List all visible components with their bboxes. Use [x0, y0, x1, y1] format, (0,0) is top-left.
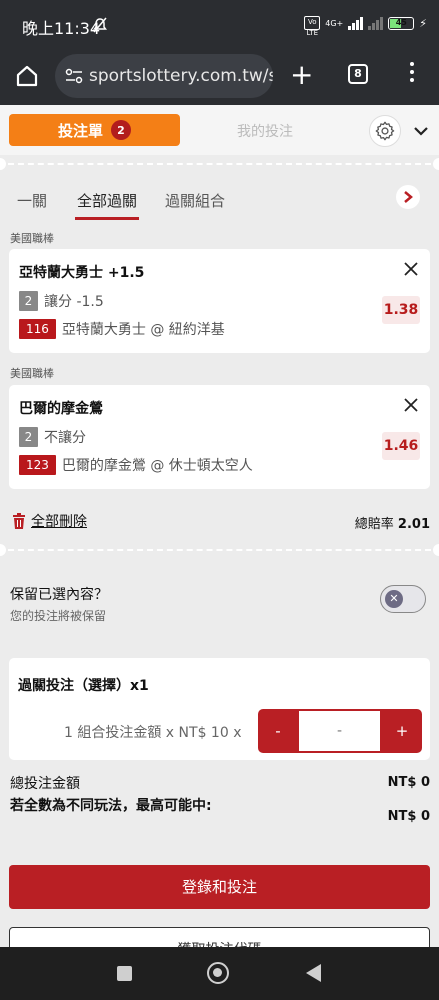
market-number: 2 [19, 427, 38, 447]
match-row: 123 巴爾的摩金鶯 @ 休士頓太空人 [19, 455, 253, 475]
signal-icon [348, 16, 364, 30]
address-bar[interactable]: sportslottery.com.tw/s [55, 54, 273, 98]
status-time: 晚上11:34 [22, 19, 101, 38]
bet-type-tabs: 一關 全部過關 過關組合 [0, 190, 439, 220]
clear-all-button[interactable]: 全部刪除 [12, 511, 87, 531]
market-number: 2 [19, 291, 38, 311]
total-odds-label: 總賠率 [354, 517, 394, 532]
clear-all-label: 全部刪除 [31, 514, 87, 530]
tab-all-parlay[interactable]: 全部過關 [74, 190, 140, 220]
chevron-down-icon[interactable] [411, 121, 431, 141]
keep-selections-title: 保留已選內容？ [10, 587, 108, 603]
login-and-bet-button[interactable]: 登錄和投注 [9, 865, 430, 909]
trash-icon [13, 513, 25, 529]
url-text: sportslottery.com.tw/s [89, 66, 273, 86]
divider-notch-right [433, 158, 439, 170]
league-label: 美國職棒 [10, 232, 54, 245]
tab-switcher-button[interactable]: 8 [348, 64, 368, 84]
betslip-count-badge: 2 [111, 120, 131, 140]
stake-stepper: - - + [258, 709, 422, 753]
match-name: 巴爾的摩金鶯 @ 休士頓太空人 [61, 458, 253, 474]
stake-input[interactable]: - [299, 711, 380, 751]
max-payout-value: NT$ 0 [387, 809, 430, 824]
browser-menu-icon[interactable] [404, 62, 420, 86]
game-number: 116 [19, 319, 56, 339]
volte-icon: Vo LTE [304, 16, 321, 37]
toggle-off-icon: ✕ [385, 590, 403, 608]
chevron-right-icon [404, 191, 413, 203]
selection-name: 巴爾的摩金鶯 [19, 401, 103, 417]
battery-icon: 45 [388, 16, 415, 30]
tab-betslip-label: 投注單 [57, 121, 103, 140]
tabs-next-button[interactable] [396, 185, 420, 209]
total-odds: 總賠率 2.01 [355, 513, 430, 532]
match-row: 116 亞特蘭大勇士 @ 紐約洋基 [19, 319, 225, 339]
charging-icon: ⚡ [419, 16, 427, 30]
get-bet-code-button[interactable]: 獲取投注代碼 [9, 927, 430, 947]
betslip-page: 投注單 2 我的投注 一關 全部過關 過關組合 美國職棒 亞特蘭大勇士 +1.5 [0, 105, 439, 947]
close-icon[interactable] [402, 396, 420, 414]
parlay-title: 過關投注（選擇）x1 [18, 678, 149, 694]
divider [8, 549, 431, 551]
league-label: 美國職棒 [10, 367, 54, 380]
tab-single[interactable]: 一關 [17, 190, 47, 211]
total-odds-value: 2.01 [397, 517, 430, 532]
odds-value: 1.38 [382, 296, 420, 324]
gear-icon [375, 121, 395, 141]
bet-card: 巴爾的摩金鶯 2 不讓分 123 巴爾的摩金鶯 @ 休士頓太空人 1.46 [9, 385, 430, 489]
market-row: 2 不讓分 [19, 427, 86, 447]
new-tab-button[interactable]: + [290, 61, 313, 89]
divider [8, 163, 431, 165]
bet-card: 亞特蘭大勇士 +1.5 2 讓分 -1.5 116 亞特蘭大勇士 @ 紐約洋基 … [9, 249, 430, 353]
odds-value: 1.46 [382, 432, 420, 460]
tab-betslip[interactable]: 投注單 2 [9, 114, 180, 146]
site-settings-icon[interactable] [65, 68, 83, 84]
tab-parlay-combo[interactable]: 過關組合 [165, 190, 225, 211]
back-icon[interactable] [306, 964, 321, 982]
max-payout-label: 若全數為不同玩法，最高可能中: [10, 798, 212, 814]
home-nav-icon[interactable] [207, 962, 229, 984]
close-icon[interactable] [402, 260, 420, 278]
tab-my-bets[interactable]: 我的投注 [237, 121, 293, 141]
match-name: 亞特蘭大勇士 @ 紐約洋基 [61, 322, 225, 338]
keep-selections-toggle[interactable]: ✕ [380, 585, 426, 613]
home-icon[interactable] [14, 63, 40, 89]
recents-icon[interactable] [117, 966, 132, 981]
settings-button[interactable] [369, 115, 401, 147]
market-name: 讓分 -1.5 [44, 294, 104, 310]
parlay-card: 過關投注（選擇）x1 1 組合投注金額 x NT$ 10 x - - + [9, 658, 430, 760]
status-bar: 晚上11:34 Vo LTE 4G+ 45 ⚡ [0, 0, 439, 50]
parlay-description: 1 組合投注金額 x NT$ 10 x [64, 725, 242, 741]
keep-selections-subtitle: 您的投注將被保留 [10, 609, 107, 623]
divider-notch-left [0, 544, 6, 556]
decrease-button[interactable]: - [258, 709, 298, 753]
divider-notch-left [0, 158, 6, 170]
network-type: 4G+ [325, 18, 344, 28]
game-number: 123 [19, 455, 56, 475]
market-row: 2 讓分 -1.5 [19, 291, 104, 311]
system-nav-bar [0, 947, 439, 1000]
browser-toolbar: sportslottery.com.tw/s + 8 [0, 50, 439, 105]
selection-name: 亞特蘭大勇士 +1.5 [19, 265, 145, 281]
betslip-header: 投注單 2 我的投注 [0, 105, 439, 155]
total-stake-value: NT$ 0 [387, 775, 430, 790]
increase-button[interactable]: + [382, 709, 422, 753]
market-name: 不讓分 [44, 430, 86, 446]
bell-off-icon [93, 17, 107, 33]
signal-2-icon [368, 16, 384, 30]
divider-notch-right [433, 544, 439, 556]
total-stake-label: 總投注金額 [10, 776, 80, 792]
